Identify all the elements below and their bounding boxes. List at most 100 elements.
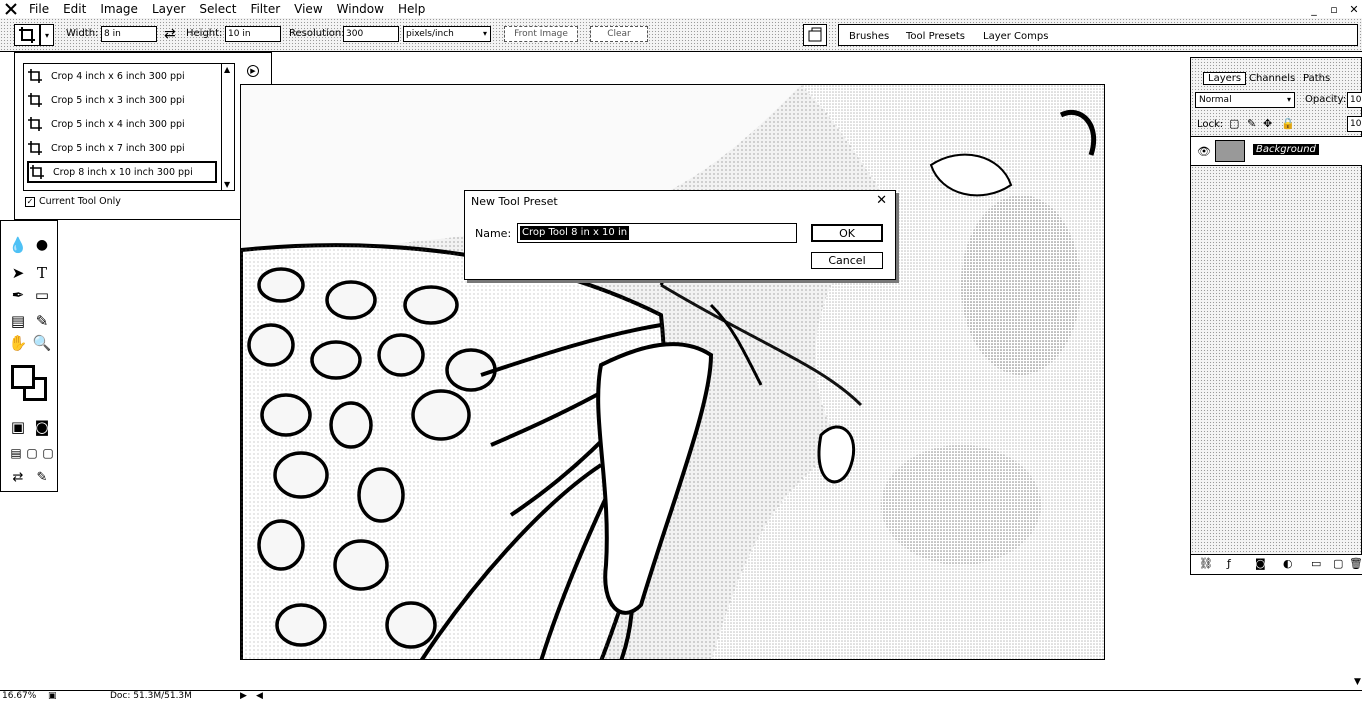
- menu-window[interactable]: Window: [330, 0, 391, 18]
- zoom-tool-icon[interactable]: 🔍: [31, 333, 53, 353]
- name-label: Name:: [475, 227, 512, 240]
- preset-item[interactable]: Crop 5 inch x 3 inch 300 ppi: [27, 89, 217, 111]
- menu-image[interactable]: Image: [93, 0, 145, 18]
- palette-well-toggle[interactable]: [803, 24, 827, 46]
- tab-brushes[interactable]: Brushes: [849, 30, 889, 44]
- layer-thumbnail: [1215, 140, 1245, 162]
- pen-tool-icon[interactable]: ✒: [7, 285, 29, 305]
- preset-label: Crop 4 inch x 6 inch 300 ppi: [51, 70, 185, 82]
- restore-button[interactable]: ▫: [1326, 1, 1342, 17]
- resolution-field[interactable]: 300: [343, 26, 399, 42]
- tab-paths[interactable]: Paths: [1303, 73, 1330, 84]
- lock-label: Lock:: [1197, 119, 1224, 130]
- current-tool-only-checkbox[interactable]: ✓: [25, 197, 35, 207]
- blend-mode-value: Normal: [1199, 95, 1232, 105]
- chevron-down-icon: ▾: [482, 29, 487, 38]
- tab-tool-presets[interactable]: Tool Presets: [906, 30, 965, 44]
- toolbox: 💧 ● ➤ T ✒ ▭ ▤ ✎ ✋ 🔍 ▣ ◙ ▤ ▢ ▢ ⇄ ✎: [0, 220, 58, 492]
- menu-help[interactable]: Help: [391, 0, 432, 18]
- tab-layer-comps[interactable]: Layer Comps: [983, 30, 1048, 44]
- preset-name-input[interactable]: Crop Tool 8 in x 10 in: [517, 223, 797, 243]
- lock-transparency-icon[interactable]: ▢: [1229, 117, 1239, 130]
- notes-tool-icon[interactable]: ▤: [7, 311, 29, 331]
- preset-item-selected[interactable]: Crop 8 inch x 10 inch 300 ppi: [27, 161, 217, 183]
- link-layers-icon[interactable]: ⛓: [1199, 557, 1213, 570]
- resolution-unit-select[interactable]: pixels/inch ▾: [403, 26, 491, 42]
- close-icon[interactable]: ✕: [876, 193, 887, 208]
- tab-layers[interactable]: Layers: [1203, 72, 1247, 85]
- crop-icon: [19, 27, 35, 43]
- lock-image-icon[interactable]: ✎: [1247, 117, 1256, 130]
- layers-panel: Layers Channels Paths Normal ▾ Opacity: …: [1190, 57, 1362, 575]
- preset-label: Crop 5 inch x 4 inch 300 ppi: [51, 118, 185, 130]
- rectangle-tool-icon[interactable]: ▭: [31, 285, 53, 305]
- crop-icon: [27, 140, 45, 156]
- menu-filter[interactable]: Filter: [243, 0, 287, 18]
- paint-bucket-icon[interactable]: 💧: [7, 235, 29, 255]
- foreground-color-swatch-front[interactable]: [11, 365, 35, 389]
- preset-scrollbar[interactable]: ▲ ▼: [221, 63, 235, 191]
- scroll-up-icon[interactable]: ▲: [224, 65, 230, 74]
- opacity-field[interactable]: 10: [1347, 92, 1362, 108]
- jump-to-imageready-icon[interactable]: ⇄: [7, 467, 29, 487]
- current-tool-only-label: Current Tool Only: [39, 196, 121, 207]
- layer-row-background[interactable]: 👁 Background: [1191, 136, 1362, 166]
- status-menu-arrow[interactable]: ▶: [240, 691, 247, 701]
- panel-menu-icon[interactable]: ▶: [247, 65, 259, 77]
- menu-edit[interactable]: Edit: [56, 0, 93, 18]
- scroll-left-icon[interactable]: ◀: [256, 691, 263, 701]
- trash-icon[interactable]: 🗑: [1349, 557, 1362, 570]
- zoom-level[interactable]: 16.67%: [2, 691, 36, 701]
- hand-tool-icon[interactable]: ✋: [7, 333, 29, 353]
- path-select-icon[interactable]: ➤: [7, 263, 29, 283]
- width-field[interactable]: 8 in: [101, 26, 157, 42]
- menu-file[interactable]: File: [22, 0, 56, 18]
- ok-button[interactable]: OK: [811, 224, 883, 242]
- adjustment-layer-icon[interactable]: ◐: [1283, 557, 1293, 570]
- scroll-down-icon[interactable]: ▼: [1354, 677, 1361, 687]
- lock-all-icon[interactable]: 🔒: [1281, 117, 1295, 130]
- crop-tool-preset-picker[interactable]: [14, 24, 40, 46]
- lock-position-icon[interactable]: ✥: [1263, 117, 1272, 130]
- doc-size: Doc: 51.3M/51.3M: [110, 691, 192, 701]
- document-canvas[interactable]: [240, 84, 1105, 660]
- resolution-unit-value: pixels/inch: [406, 29, 454, 39]
- swap-dimensions-icon[interactable]: ⇄: [164, 26, 176, 42]
- standard-mode-icon[interactable]: ▣: [7, 417, 29, 437]
- front-image-button[interactable]: Front Image: [504, 26, 578, 42]
- layer-mask-icon[interactable]: ◙: [1255, 557, 1266, 570]
- fill-field[interactable]: 10: [1347, 116, 1362, 132]
- menu-select[interactable]: Select: [192, 0, 243, 18]
- preset-item[interactable]: Crop 4 inch x 6 inch 300 ppi: [27, 65, 217, 87]
- scroll-down-icon[interactable]: ▼: [224, 180, 230, 189]
- layer-style-icon[interactable]: ƒ: [1227, 557, 1231, 570]
- type-tool-icon[interactable]: T: [31, 263, 53, 283]
- layers-bottom-bar: ⛓ ƒ ◙ ◐ ▭ ▢ 🗑: [1191, 554, 1362, 574]
- eyedropper-icon[interactable]: ✎: [31, 311, 53, 331]
- clear-button[interactable]: Clear: [590, 26, 648, 42]
- status-icon: ▣: [48, 691, 57, 701]
- menu-layer[interactable]: Layer: [145, 0, 192, 18]
- new-layer-icon[interactable]: ▢: [1333, 557, 1343, 570]
- close-button[interactable]: ✕: [1346, 1, 1362, 17]
- new-group-icon[interactable]: ▭: [1311, 557, 1321, 570]
- cancel-button[interactable]: Cancel: [811, 252, 883, 269]
- new-tool-preset-dialog: New Tool Preset ✕ Name: Crop Tool 8 in x…: [464, 190, 896, 280]
- eye-visibility-icon[interactable]: 👁: [1197, 145, 1211, 158]
- screen-mode-full-icon[interactable]: ▢: [37, 443, 59, 463]
- burn-tool-icon[interactable]: ●: [31, 235, 53, 255]
- tab-channels[interactable]: Channels: [1249, 73, 1295, 84]
- chevron-down-icon: ▾: [1286, 95, 1291, 104]
- height-field[interactable]: 10 in: [225, 26, 281, 42]
- quick-mask-icon[interactable]: ◙: [31, 417, 53, 437]
- preset-item[interactable]: Crop 5 inch x 7 inch 300 ppi: [27, 137, 217, 159]
- minimize-button[interactable]: _: [1306, 1, 1322, 17]
- menu-view[interactable]: View: [287, 0, 329, 18]
- preset-dropdown-arrow[interactable]: ▾: [40, 24, 54, 46]
- blend-mode-select[interactable]: Normal ▾: [1195, 92, 1295, 108]
- preset-item[interactable]: Crop 5 inch x 4 inch 300 ppi: [27, 113, 217, 135]
- preset-label: Crop 8 inch x 10 inch 300 ppi: [53, 166, 193, 178]
- imageready-icon[interactable]: ✎: [31, 467, 53, 487]
- app-logo-icon[interactable]: [0, 0, 22, 18]
- opacity-label: Opacity:: [1305, 94, 1347, 105]
